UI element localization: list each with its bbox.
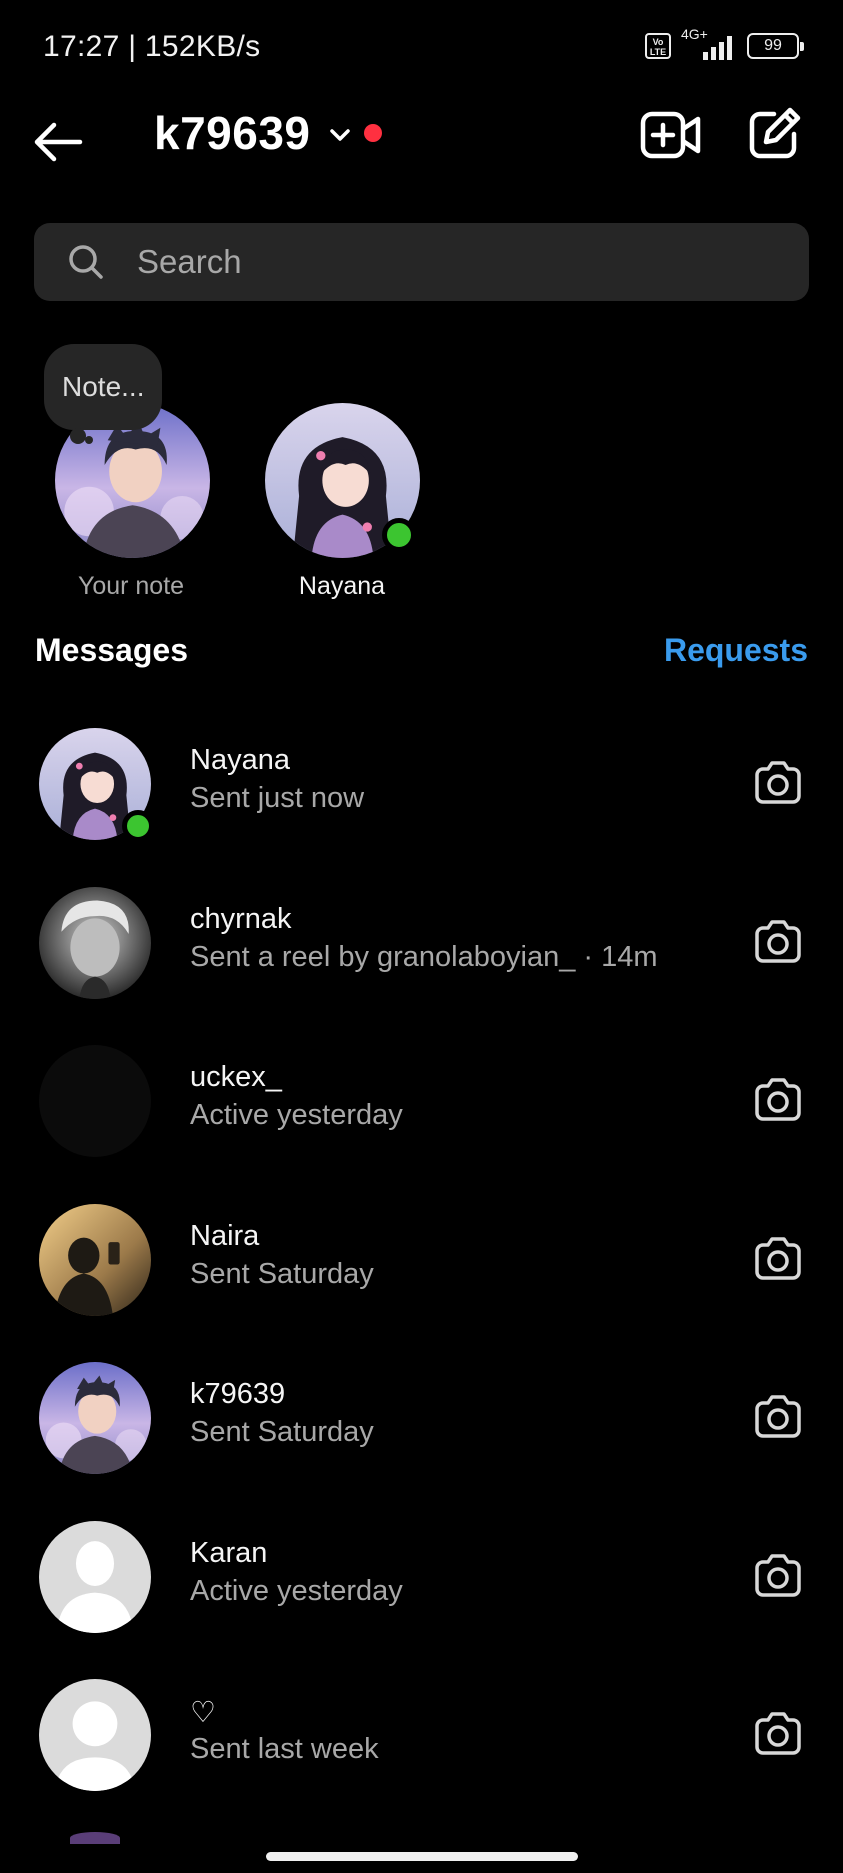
- search-placeholder: Search: [137, 243, 242, 280]
- conversation-row[interactable]: Karan Active yesterday: [0, 1513, 843, 1672]
- conversation-status: Active yesterday: [190, 1099, 403, 1131]
- camera-icon[interactable]: [753, 758, 803, 808]
- notes-row: Your note Note... Nayana: [0, 340, 843, 610]
- top-app-bar: k79639: [0, 92, 843, 212]
- conversation-name: uckex_: [190, 1061, 282, 1093]
- conversation-row[interactable]: Nayana Sent just now: [0, 720, 843, 879]
- status-indicators: Vo LTE 4G+ 99: [645, 26, 804, 64]
- conversation-name: Naira: [190, 1219, 260, 1252]
- signal-icon: 4G+: [681, 26, 737, 62]
- conversation-name: k79639: [190, 1378, 286, 1410]
- avatar: [39, 1679, 151, 1791]
- status-bar: 17:27 | 152KB/s Vo LTE 4G+ 99: [0, 0, 843, 92]
- account-switcher[interactable]: k79639: [154, 106, 311, 160]
- status-time: 17:27 | 152KB/s: [43, 30, 261, 63]
- avatar: [39, 1362, 151, 1474]
- conversation-name: Karan: [190, 1536, 268, 1569]
- new-message-button[interactable]: [746, 106, 802, 162]
- conversation-status: Sent last week: [190, 1733, 379, 1765]
- camera-icon[interactable]: [753, 1234, 803, 1284]
- conversation-name: ♡: [190, 1697, 216, 1729]
- avatar: [39, 886, 151, 999]
- battery-icon: 99: [747, 33, 804, 59]
- conversation-row[interactable]: ♡ Sent last week: [0, 1671, 843, 1830]
- conversation-status: Sent Saturday: [190, 1257, 374, 1290]
- note-bubble-tail: [70, 428, 86, 444]
- online-indicator: [122, 810, 154, 842]
- note-bubble-tail: [85, 436, 93, 444]
- conversation-list: Nayana Sent just now chyrnak Sent a reel…: [0, 720, 843, 1830]
- conversation-row[interactable]: Naira Sent Saturday: [0, 1196, 843, 1355]
- online-indicator: [382, 518, 416, 552]
- camera-icon[interactable]: [753, 917, 803, 967]
- note-label: Your note: [77, 572, 185, 600]
- back-button[interactable]: [30, 112, 90, 172]
- home-indicator[interactable]: [266, 1852, 578, 1861]
- conversation-row[interactable]: k79639 Sent Saturday: [0, 1354, 843, 1513]
- video-call-add-icon: [640, 111, 701, 159]
- volte-icon: Vo LTE: [645, 33, 671, 59]
- search-icon: [69, 245, 103, 279]
- new-video-call-button[interactable]: [640, 108, 702, 162]
- camera-icon[interactable]: [753, 1075, 803, 1125]
- requests-link[interactable]: Requests: [664, 632, 808, 669]
- compose-icon: [749, 107, 801, 159]
- conversation-status: Sent just now: [190, 782, 365, 814]
- conversation-name: Nayana: [190, 744, 290, 776]
- network-type: 4G+: [681, 26, 708, 42]
- avatar: [39, 1520, 151, 1633]
- conversation-name: chyrnak: [190, 902, 292, 935]
- conversation-status: Sent Saturday: [190, 1416, 374, 1448]
- search-input[interactable]: Search: [34, 223, 809, 301]
- avatar: [39, 1045, 151, 1157]
- back-arrow-icon: [34, 122, 83, 162]
- note-bubble[interactable]: Note...: [44, 344, 163, 430]
- conversation-row[interactable]: chyrnak Sent a reel by granolaboyian_ · …: [0, 879, 843, 1038]
- note-nayana[interactable]: Nayana: [242, 340, 442, 610]
- messages-heading: Messages: [35, 632, 188, 668]
- camera-icon[interactable]: [753, 1551, 803, 1601]
- avatar: [39, 1203, 151, 1316]
- avatar: [70, 1832, 120, 1844]
- conversation-row[interactable]: uckex_ Active yesterday: [0, 1037, 843, 1196]
- conversation-status: Active yesterday: [190, 1574, 403, 1607]
- notification-dot: [364, 124, 382, 142]
- conversation-status: Sent a reel by granolaboyian_ · 14m: [190, 940, 658, 973]
- chevron-down-icon[interactable]: [325, 120, 355, 150]
- camera-icon[interactable]: [753, 1392, 803, 1442]
- note-label: Nayana: [298, 572, 386, 600]
- camera-icon[interactable]: [753, 1709, 803, 1759]
